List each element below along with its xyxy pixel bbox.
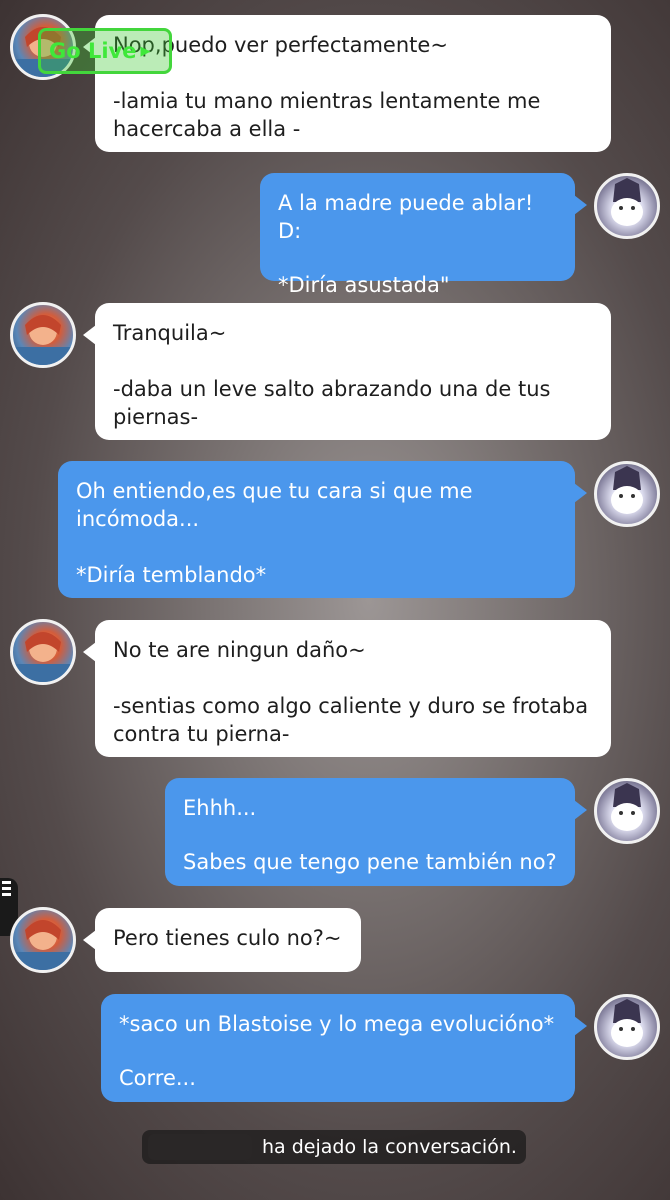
message-bubble[interactable]: Nop,puedo ver perfectamente~ -lamia tu m… [83,15,611,152]
avatar[interactable] [594,461,660,527]
message-text: Corre... [119,1066,196,1090]
avatar[interactable] [594,778,660,844]
message-text: Oh entiendo,es que tu cara si que me inc… [76,479,473,531]
system-message-text: ha dejado la conversación. [262,1136,517,1158]
avatar[interactable] [594,994,660,1060]
chat-thread: Nop,puedo ver perfectamente~ -lamia tu m… [0,0,670,1200]
system-message: ha dejado la conversación. [142,1130,526,1164]
message-text: Ehhh... [183,796,257,820]
message-bubble[interactable]: Pero tienes culo no?~ [83,908,361,972]
message-bubble[interactable]: A la madre puede ablar! D: *Diría asusta… [260,173,587,297]
go-live-label: Go Live [49,39,137,63]
redacted-username [148,1134,252,1160]
message-text: Pero tienes culo no?~ [113,926,342,950]
message-text: A la madre puede ablar! D: [278,191,534,243]
avatar[interactable] [10,907,76,973]
message-text: -lamia tu mano mientras lentamente me ha… [113,89,541,141]
message-text: -sentias como algo caliente y duro se fr… [113,694,589,746]
message-bubble[interactable]: Tranquila~ -daba un leve salto abrazando… [83,303,611,440]
avatar[interactable] [10,302,76,368]
message-text: Tranquila~ [113,321,227,345]
message-text: *Diría asustada" [278,273,450,297]
message-text: No te are ningun daño~ [113,638,366,662]
message-text: Sabes que tengo pene también no? [183,850,557,874]
message-bubble[interactable]: Oh entiendo,es que tu cara si que me inc… [58,461,587,598]
message-bubble[interactable]: Ehhh... Sabes que tengo pene también no? [165,778,587,886]
play-icon: ▶ [140,44,151,59]
message-text: *saco un Blastoise y lo mega evolucióno* [119,1012,555,1036]
message-text: *Diría temblando* [76,563,267,587]
avatar[interactable] [594,173,660,239]
message-text: Nop,puedo ver perfectamente~ [113,33,448,57]
go-live-button[interactable]: Go Live ▶ [38,28,172,74]
message-text: -daba un leve salto abrazando una de tus… [113,377,551,429]
message-bubble[interactable]: No te are ningun daño~ -sentias como alg… [83,620,611,757]
message-bubble[interactable]: *saco un Blastoise y lo mega evolucióno*… [101,994,587,1102]
avatar[interactable] [10,619,76,685]
